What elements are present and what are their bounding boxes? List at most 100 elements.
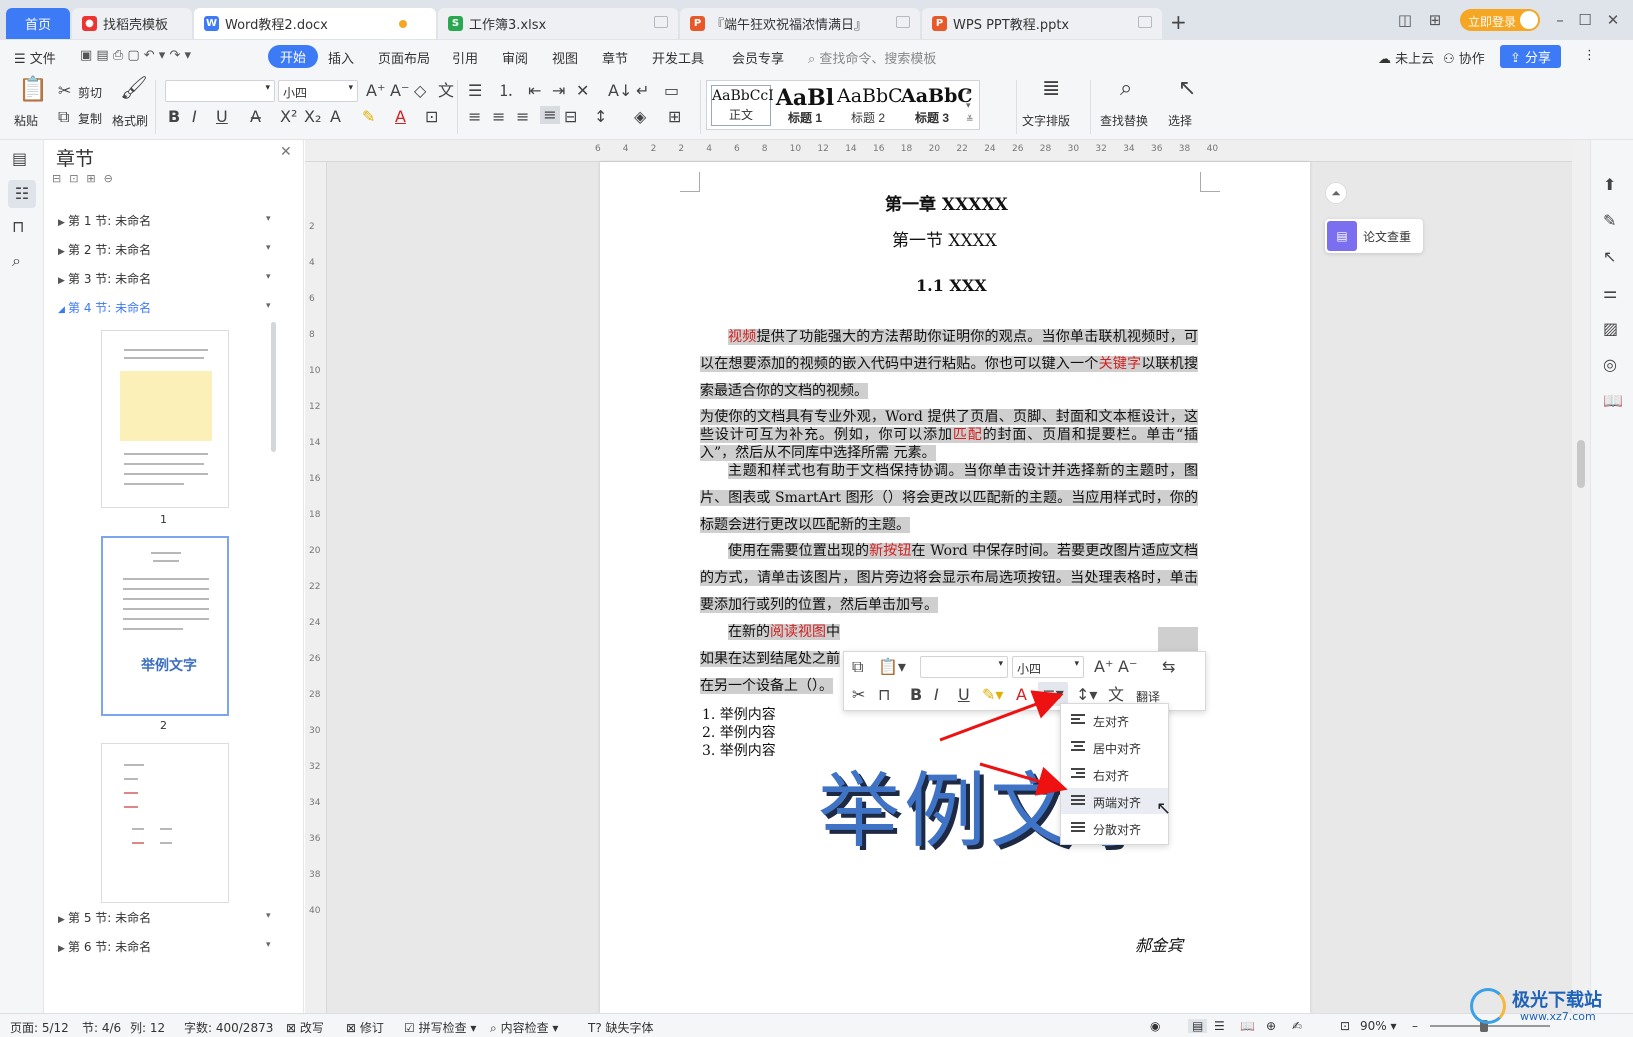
show-marks-icon[interactable]: ↵ <box>636 82 649 100</box>
sort-icon[interactable]: A↓ <box>608 82 632 100</box>
align-right-icon[interactable]: ≡ <box>516 108 529 126</box>
menu-developer[interactable]: 开发工具 <box>652 48 704 67</box>
cloud-status[interactable]: ☁ 未上云 <box>1378 48 1434 67</box>
page-thumbnail-3[interactable] <box>101 743 229 903</box>
number-list-icon[interactable]: ⒈ <box>498 82 514 100</box>
horizontal-ruler[interactable]: 6 4 2 2 4 6 8 10 12 14 16 18 20 22 24 26 28 30 32 34 36 38 40 <box>305 140 1585 162</box>
grow-font-icon[interactable]: A⁺ <box>366 82 385 100</box>
phonetic-icon[interactable]: 文 <box>438 82 454 100</box>
align-distribute-option[interactable]: 分散对齐 <box>1061 815 1168 841</box>
underline-icon[interactable]: U <box>216 108 228 126</box>
scissors-icon[interactable]: ✂ <box>852 686 865 704</box>
chapter-nav-icon[interactable]: ☷ <box>8 180 36 208</box>
style-normal[interactable]: AaBbCcI 正文 <box>711 85 774 126</box>
scissors-icon[interactable]: ✂ <box>58 82 71 100</box>
sliders-icon[interactable]: ⚌ <box>1603 284 1617 302</box>
chevron-down-icon[interactable]: ▾ <box>266 272 271 282</box>
format-painter-icon[interactable]: 🖌 <box>120 78 148 100</box>
section-item-2[interactable]: ▶ 第 2 节: 未命名 <box>58 241 151 258</box>
menu-review[interactable]: 审阅 <box>502 48 528 67</box>
grow-font-icon[interactable]: A⁺ <box>1094 658 1113 676</box>
copy-button[interactable]: 复制 <box>78 110 102 127</box>
nav-tool-icons[interactable]: ⊟⊡⊞⊖ <box>52 172 121 185</box>
gallery-scroll-icon[interactable]: ▴ ▾ ≚ <box>966 85 974 127</box>
shrink-font-icon[interactable]: A⁻ <box>390 82 409 100</box>
collab-button[interactable]: ⚇ 协作 <box>1443 48 1485 67</box>
section-item-4[interactable]: ◢ 第 4 节: 未命名 <box>58 299 151 316</box>
status-page[interactable]: 页面: 5/12 <box>10 1019 69 1036</box>
menu-reference[interactable]: 引用 <box>452 48 478 67</box>
tab-word-doc[interactable]: W Word教程2.docx <box>194 8 436 39</box>
section-item-5[interactable]: ▶ 第 5 节: 未命名 <box>58 909 151 926</box>
bullet-list-icon[interactable]: ☰ <box>468 82 482 100</box>
menu-layout[interactable]: 页面布局 <box>378 48 430 67</box>
text-layout-button[interactable]: 文字排版 <box>1022 112 1070 129</box>
italic-icon[interactable]: I <box>192 108 197 126</box>
indent-icon[interactable]: ⇥ <box>552 82 565 100</box>
pen-icon[interactable]: ✎ <box>1603 212 1616 230</box>
copy-icon[interactable]: ⧉ <box>58 108 69 126</box>
paste-icon[interactable]: 📋 <box>18 77 48 101</box>
char-border-icon[interactable]: ⊡ <box>425 108 438 126</box>
tab-ppt-tutorial[interactable]: P WPS PPT教程.pptx <box>922 8 1162 39</box>
bold-icon[interactable]: B <box>168 108 180 126</box>
fit-icon[interactable]: ⊡ <box>1340 1019 1350 1033</box>
section-item-3[interactable]: ▶ 第 3 节: 未命名 <box>58 270 151 287</box>
menu-insert[interactable]: 插入 <box>328 48 354 67</box>
read-view-icon[interactable]: 📖 <box>1240 1019 1255 1033</box>
image-icon[interactable]: ▨ <box>1603 320 1618 338</box>
page-thumbnail-2[interactable]: 举例文字 <box>101 536 229 716</box>
style-heading-2[interactable]: AaBbC 标题 2 <box>837 85 903 126</box>
spell-check-toggle[interactable]: ☑ 拼写检查 ▾ <box>404 1019 476 1036</box>
location-icon[interactable]: ◎ <box>1603 356 1617 374</box>
collapse-icon[interactable]: ⏶ <box>1325 182 1347 204</box>
write-view-icon[interactable]: ✍ <box>1292 1019 1302 1033</box>
shrink-font-icon[interactable]: A⁻ <box>1118 658 1137 676</box>
magnifier-icon[interactable]: ⌕ <box>1120 78 1132 100</box>
grid-icon[interactable]: ⊞ <box>1425 10 1445 30</box>
format-painter-button[interactable]: 格式刷 <box>112 112 148 129</box>
mini-size-select[interactable]: 小四 ▾ <box>1012 656 1084 678</box>
chinese-layout-icon[interactable]: ✕ <box>576 82 589 100</box>
paste-icon[interactable]: 📋▾ <box>878 658 906 676</box>
copy-icon[interactable]: ⧉ <box>852 658 863 676</box>
tab-home[interactable]: 首页 <box>6 8 70 39</box>
paste-button[interactable]: 粘贴 <box>14 112 38 129</box>
outline-view-icon[interactable]: ☰ <box>1214 1019 1225 1033</box>
zoom-select[interactable]: 90% ▾ <box>1360 1019 1397 1033</box>
tab-ppt-festival[interactable]: P 『端午狂欢祝福浓情满日』 <box>680 8 920 39</box>
align-justify-icon[interactable]: ≡ <box>540 106 560 124</box>
eye-icon[interactable]: ◉ <box>1150 1019 1160 1033</box>
text-layout-icon[interactable]: ≣ <box>1042 78 1060 100</box>
close-icon[interactable]: ✕ <box>1603 10 1623 30</box>
menu-chapter[interactable]: 章节 <box>602 48 628 67</box>
translate-icon[interactable]: ⇆ <box>1162 658 1175 676</box>
content-check-button[interactable]: ⌕ 内容检查 ▾ <box>490 1019 558 1036</box>
page-thumbnail-1[interactable] <box>101 330 229 508</box>
overwrite-toggle[interactable]: ⊠ 改写 <box>286 1019 324 1036</box>
strikethrough-icon[interactable]: A̶ <box>250 108 261 126</box>
status-word-count[interactable]: 字数: 400/2873 <box>184 1019 273 1036</box>
scroll-thumb[interactable] <box>1577 440 1585 488</box>
bookmark-icon[interactable]: ⊓ <box>12 218 24 236</box>
quick-access-icons[interactable]: ▣ ▤ ⎙ ▢ ↶ ▾ ↷ ▾ <box>80 48 191 63</box>
ruler-icon[interactable]: ▭ <box>664 82 679 100</box>
highlight-icon[interactable]: ✎ <box>362 108 375 126</box>
bold-icon[interactable]: B <box>910 686 922 704</box>
more-icon[interactable]: ⋮ <box>1583 48 1596 63</box>
vertical-ruler[interactable]: 2 4 6 8 10 12 14 16 18 20 22 24 26 28 30 32 34 36 38 40 <box>305 162 327 1013</box>
cursor-icon[interactable]: ↖ <box>1603 248 1616 266</box>
revise-toggle[interactable]: ⊠ 修订 <box>346 1019 384 1036</box>
cut-button[interactable]: 剪切 <box>78 84 102 101</box>
document-scrollbar[interactable] <box>1572 140 1590 1013</box>
style-heading-1[interactable]: AaBl 标题 1 <box>775 85 835 126</box>
page-view-icon[interactable]: ▤ <box>1188 1019 1208 1033</box>
tab-excel[interactable]: S 工作簿3.xlsx <box>438 8 678 39</box>
align-center-icon[interactable]: ≡ <box>492 108 505 126</box>
search-icon[interactable]: ⌕ <box>12 252 21 270</box>
section-item-1[interactable]: ▶ 第 1 节: 未命名 <box>58 212 151 229</box>
chevron-down-icon[interactable]: ▾ <box>266 911 271 921</box>
superscript-icon[interactable]: X² <box>280 108 297 126</box>
book-icon[interactable]: 📖 <box>1603 392 1623 410</box>
select-button[interactable]: 选择 <box>1168 112 1192 129</box>
